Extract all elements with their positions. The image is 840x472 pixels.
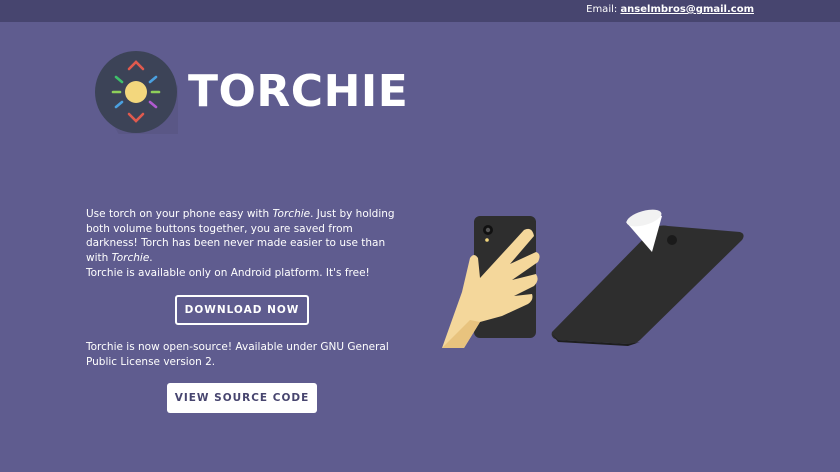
email-link[interactable]: anselmbros@gmail.com bbox=[620, 4, 754, 15]
intro-paragraph: Use torch on your phone easy with Torchi… bbox=[86, 208, 395, 264]
email-label: Email: bbox=[586, 4, 618, 15]
opensource-text: Torchie is now open-source! Available un… bbox=[86, 341, 389, 368]
download-now-button[interactable]: DOWNLOAD NOW bbox=[175, 295, 309, 325]
brand-title: TORCHIE bbox=[188, 66, 409, 117]
top-bar: Email: anselmbros@gmail.com bbox=[0, 0, 840, 22]
availability-text: Torchie is available only on Android pla… bbox=[86, 267, 370, 279]
torch-sun-icon bbox=[95, 51, 178, 134]
contact-email: Email: anselmbros@gmail.com bbox=[586, 4, 754, 15]
view-source-code-button[interactable]: VIEW SOURCE CODE bbox=[167, 383, 317, 413]
phones-illustration bbox=[442, 209, 744, 348]
